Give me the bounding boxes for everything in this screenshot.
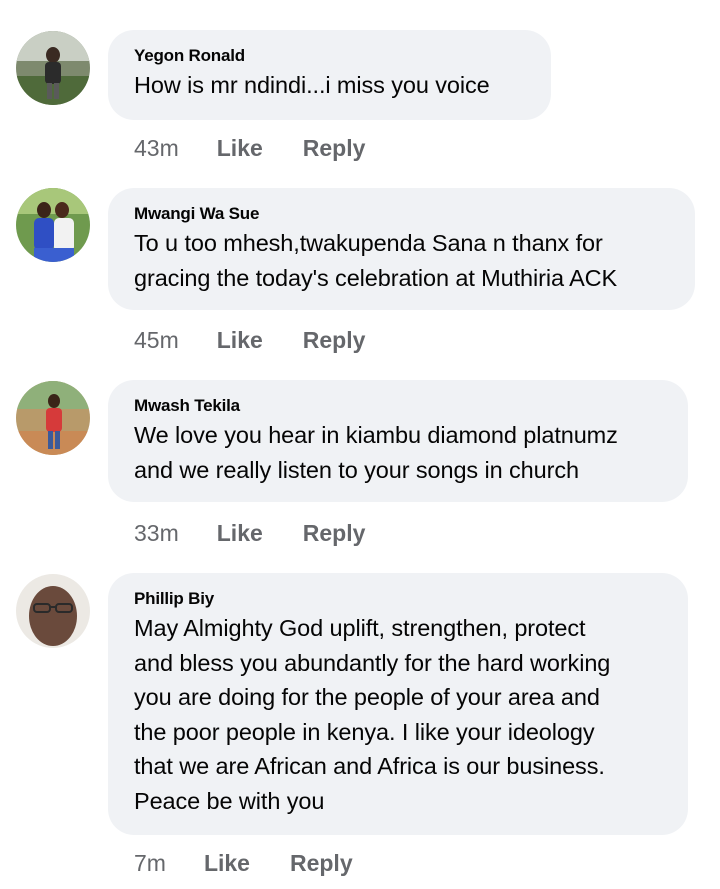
comment-text: We love you hear in kiambu diamond platn… (134, 418, 662, 487)
like-button[interactable]: Like (217, 135, 263, 162)
comment-author[interactable]: Yegon Ronald (134, 46, 525, 66)
avatar-photo (16, 574, 90, 648)
comment-timestamp[interactable]: 7m (134, 850, 166, 877)
comment-actions: 43m Like Reply (134, 133, 365, 163)
comment-text-line: you are doing for the people of your are… (134, 684, 600, 710)
like-button[interactable]: Like (217, 520, 263, 547)
reply-button[interactable]: Reply (303, 135, 366, 162)
comment-text-line: May Almighty God uplift, strengthen, pro… (134, 615, 586, 641)
avatar[interactable] (16, 31, 90, 105)
comment-text-line: Peace be with you (134, 787, 325, 814)
comment-timestamp[interactable]: 33m (134, 520, 179, 547)
avatar-photo (16, 381, 90, 455)
comment-bubble: Phillip Biy May Almighty God uplift, str… (108, 573, 688, 835)
comment-timestamp[interactable]: 45m (134, 327, 179, 354)
comment-author[interactable]: Mwash Tekila (134, 396, 662, 416)
comment-bubble: Mwash Tekila We love you hear in kiambu … (108, 380, 688, 502)
comment-actions: 45m Like Reply (134, 325, 365, 355)
reply-button[interactable]: Reply (303, 327, 366, 354)
comment-text: To u too mhesh,twakupenda Sana n thanx f… (134, 226, 669, 295)
comment-text: May Almighty God uplift, strengthen, pro… (134, 611, 662, 818)
comment-actions: 7m Like Reply (134, 848, 353, 878)
comment-text-line: and bless you abundantly for the hard wo… (134, 649, 611, 676)
avatar-photo (16, 31, 90, 105)
comment-text-line: that we are African and Africa is our bu… (134, 753, 605, 779)
avatar-photo (16, 188, 90, 262)
comment-text-line: and we really listen to your songs in ch… (134, 456, 579, 483)
comment-text-line: We love you hear in kiambu diamond platn… (134, 422, 618, 448)
avatar[interactable] (16, 188, 90, 262)
comment-text-line: To u too mhesh,twakupenda Sana n thanx f… (134, 230, 603, 256)
comment-text: How is mr ndindi...i miss you voice (134, 72, 490, 98)
reply-button[interactable]: Reply (290, 850, 353, 877)
comment-text-line: gracing the today's celebration at Muthi… (134, 264, 618, 291)
reply-button[interactable]: Reply (303, 520, 366, 547)
comment-actions: 33m Like Reply (134, 518, 365, 548)
comment-author[interactable]: Phillip Biy (134, 589, 662, 609)
avatar[interactable] (16, 381, 90, 455)
comment-bubble: Mwangi Wa Sue To u too mhesh,twakupenda … (108, 188, 695, 310)
like-button[interactable]: Like (204, 850, 250, 877)
avatar[interactable] (16, 574, 90, 648)
comment-author[interactable]: Mwangi Wa Sue (134, 204, 669, 224)
comment-text-line: the poor people in kenya. I like your id… (134, 718, 595, 745)
comment-timestamp[interactable]: 43m (134, 135, 179, 162)
like-button[interactable]: Like (217, 327, 263, 354)
comment-bubble: Yegon Ronald How is mr ndindi...i miss y… (108, 30, 551, 120)
